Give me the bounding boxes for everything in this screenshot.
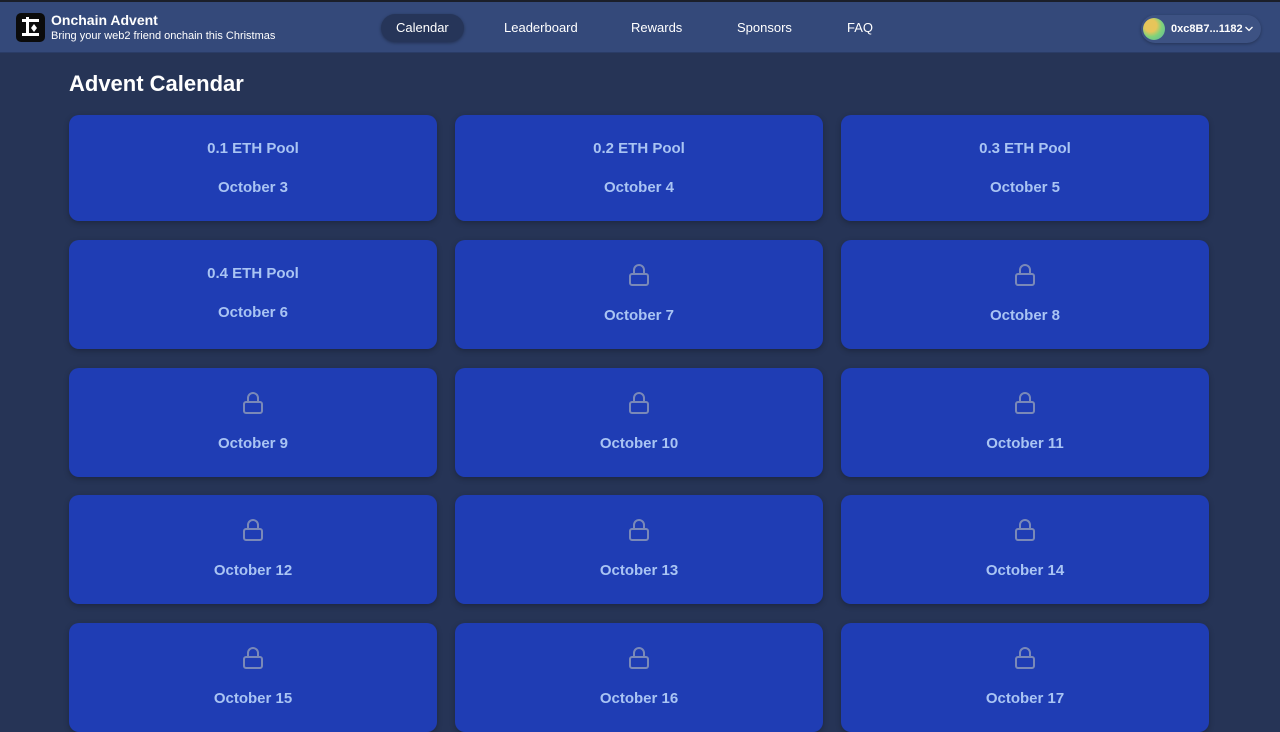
lock-icon	[1015, 647, 1035, 669]
calendar-day-card[interactable]: October 7	[455, 240, 823, 349]
day-date-label: October 17	[985, 690, 1065, 707]
calendar-day-card[interactable]: 0.4 ETH Pool October 6	[69, 240, 437, 349]
calendar-day-card[interactable]: 0.1 ETH Pool October 3	[69, 115, 437, 221]
lock-icon	[243, 519, 263, 541]
wallet-avatar	[1143, 18, 1165, 40]
lock-icon	[1015, 519, 1035, 541]
calendar-day-card[interactable]: October 14	[841, 495, 1209, 604]
calendar-day-card[interactable]: October 13	[455, 495, 823, 604]
day-date-label: October 16	[599, 690, 679, 707]
nav-rewards[interactable]: Rewards	[631, 14, 682, 42]
lock-icon	[1015, 392, 1035, 414]
main-nav: Calendar Leaderboard Rewards Sponsors FA…	[0, 2, 1280, 53]
pool-label: 0.2 ETH Pool	[593, 140, 685, 157]
pool-label: 0.1 ETH Pool	[207, 140, 299, 157]
top-header: Onchain Advent Bring your web2 friend on…	[0, 2, 1280, 53]
calendar-day-card[interactable]: 0.2 ETH Pool October 4	[455, 115, 823, 221]
calendar-day-card[interactable]: October 17	[841, 623, 1209, 732]
day-date-label: October 12	[213, 562, 293, 579]
day-date-label: October 8	[989, 307, 1061, 324]
lock-icon	[629, 519, 649, 541]
nav-leaderboard[interactable]: Leaderboard	[504, 14, 578, 42]
page-title: Advent Calendar	[69, 71, 244, 96]
nav-faq[interactable]: FAQ	[847, 14, 873, 42]
calendar-day-card[interactable]: October 15	[69, 623, 437, 732]
chevron-down-icon	[1245, 26, 1253, 32]
calendar-day-card[interactable]: October 11	[841, 368, 1209, 477]
day-date-label: October 15	[213, 690, 293, 707]
calendar-day-card[interactable]: October 9	[69, 368, 437, 477]
wallet-address: 0xc8B7...1182	[1171, 23, 1243, 35]
lock-icon	[629, 647, 649, 669]
day-date-label: October 13	[599, 562, 679, 579]
day-date-label: October 5	[989, 179, 1061, 196]
nav-calendar[interactable]: Calendar	[381, 14, 464, 42]
lock-icon	[243, 392, 263, 414]
lock-icon	[1015, 264, 1035, 286]
day-date-label: October 14	[985, 562, 1065, 579]
day-date-label: October 9	[217, 435, 289, 452]
wallet-button[interactable]: 0xc8B7...1182	[1141, 15, 1261, 43]
lock-icon	[629, 264, 649, 286]
calendar-day-card[interactable]: October 12	[69, 495, 437, 604]
calendar-day-card[interactable]: October 8	[841, 240, 1209, 349]
day-date-label: October 3	[217, 179, 289, 196]
day-date-label: October 6	[217, 304, 289, 321]
calendar-day-card[interactable]: October 10	[455, 368, 823, 477]
pool-label: 0.4 ETH Pool	[207, 265, 299, 282]
calendar-day-card[interactable]: October 16	[455, 623, 823, 732]
nav-sponsors[interactable]: Sponsors	[737, 14, 792, 42]
day-date-label: October 10	[599, 435, 679, 452]
lock-icon	[629, 392, 649, 414]
day-date-label: October 11	[986, 435, 1064, 452]
pool-label: 0.3 ETH Pool	[979, 140, 1071, 157]
day-date-label: October 4	[603, 179, 675, 196]
lock-icon	[243, 647, 263, 669]
day-date-label: October 7	[603, 307, 675, 324]
calendar-day-card[interactable]: 0.3 ETH Pool October 5	[841, 115, 1209, 221]
